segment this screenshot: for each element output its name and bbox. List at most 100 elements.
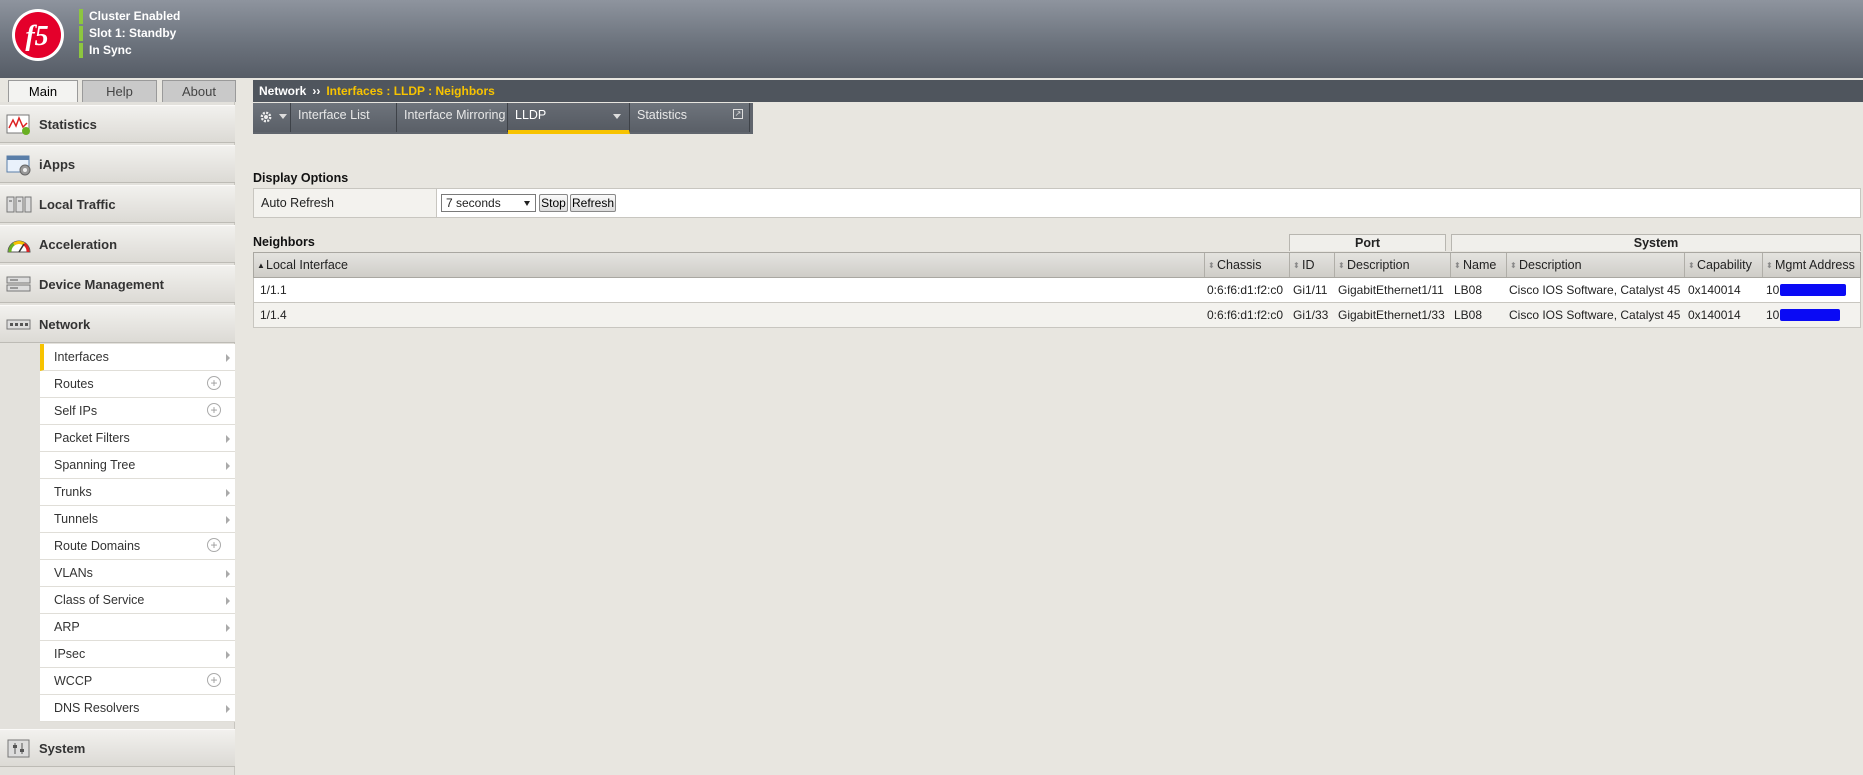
cell-mgmt-address: 10. (1762, 303, 1860, 327)
table-row[interactable]: 1/1.1 0:6:f6:d1:f2:c0 Gi1/11 GigabitEthe… (253, 278, 1861, 303)
subnav-route-domains[interactable]: Route Domains + (40, 533, 235, 560)
chevron-right-icon[interactable] (226, 570, 230, 578)
cell-local-interface: 1/1.4 (260, 308, 287, 322)
chevron-right-icon[interactable] (226, 435, 230, 443)
col-system-description[interactable]: ⬍ Description (1507, 253, 1685, 277)
plus-circle-icon[interactable]: + (207, 538, 221, 552)
popout-icon[interactable]: ↗ (733, 109, 743, 119)
tab-about[interactable]: About (162, 80, 236, 102)
chevron-right-icon[interactable] (226, 354, 230, 362)
sort-icon: ⬍ (1510, 260, 1517, 270)
chevron-down-icon (279, 114, 287, 119)
chevron-right-icon[interactable] (226, 462, 230, 470)
tab-interface-mirroring[interactable]: Interface Mirroring (397, 103, 508, 132)
sidebar-section-label: iApps (39, 157, 76, 172)
gear-menu-button[interactable] (253, 103, 291, 132)
sort-icon: ⬍ (1766, 260, 1773, 270)
sidebar-section-iapps[interactable]: iApps (0, 145, 235, 183)
stop-button[interactable]: Stop (539, 194, 568, 212)
cell-system-name: LB08 (1454, 283, 1483, 297)
group-port: Port (1289, 234, 1446, 251)
subnav-interfaces[interactable]: Interfaces (40, 344, 235, 371)
auto-refresh-select[interactable]: 7 seconds (441, 194, 536, 212)
local-traffic-icon (6, 196, 32, 213)
chevron-right-icon[interactable] (226, 624, 230, 632)
subnav-self-ips[interactable]: Self IPs + (40, 398, 235, 425)
tab-statistics[interactable]: Statistics ↗ (630, 103, 750, 132)
status-sync: In Sync (79, 42, 180, 59)
sidebar-section-label: System (39, 741, 86, 756)
subnav-class-of-service[interactable]: Class of Service (40, 587, 235, 614)
iapps-icon (6, 155, 31, 176)
status-slot: Slot 1: Standby (79, 25, 180, 42)
sidebar-section-statistics[interactable]: Statistics (0, 105, 235, 143)
chevron-down-icon (524, 201, 530, 206)
col-port-description[interactable]: ⬍ Description (1335, 253, 1451, 277)
breadcrumb-current: Interfaces : LLDP : Neighbors (326, 84, 495, 98)
tab-help[interactable]: Help (82, 80, 157, 102)
tab-main[interactable]: Main (8, 80, 78, 104)
redaction-mark (1780, 309, 1840, 321)
subnav-packet-filters[interactable]: Packet Filters (40, 425, 235, 452)
plus-circle-icon[interactable]: + (207, 403, 221, 417)
sidebar-section-local-traffic[interactable]: Local Traffic (0, 185, 235, 223)
chevron-right-icon[interactable] (226, 489, 230, 497)
chevron-right-icon[interactable] (226, 651, 230, 659)
table-row[interactable]: 1/1.4 0:6:f6:d1:f2:c0 Gi1/33 GigabitEthe… (253, 303, 1861, 328)
col-local-interface[interactable]: ▲Local Interface (254, 253, 1205, 277)
breadcrumb: Network ›› Interfaces : LLDP : Neighbors (253, 80, 1863, 102)
cell-capability: 0x140014 (1688, 308, 1741, 322)
subnav-tunnels[interactable]: Tunnels (40, 506, 235, 533)
cell-port-description: GigabitEthernet1/33 (1338, 308, 1445, 322)
display-options-title: Display Options (253, 171, 349, 185)
chevron-right-icon[interactable] (226, 705, 230, 713)
sidebar-section-device-management[interactable]: Device Management (0, 265, 235, 303)
col-port-id[interactable]: ⬍ ID (1290, 253, 1335, 277)
cell-system-description: Cisco IOS Software, Catalyst 45 (1509, 308, 1681, 322)
subnav-routes[interactable]: Routes + (40, 371, 235, 398)
f5-logo[interactable]: f5 (11, 8, 65, 62)
cell-local-interface: 1/1.1 (260, 283, 287, 297)
cell-system-name: LB08 (1454, 308, 1483, 322)
chevron-right-icon[interactable] (226, 516, 230, 524)
chevron-down-icon[interactable] (613, 114, 621, 119)
subnav-ipsec[interactable]: IPsec (40, 641, 235, 668)
subnav-vlans[interactable]: VLANs (40, 560, 235, 587)
status-cluster: Cluster Enabled (79, 8, 180, 25)
cell-chassis: 0:6:f6:d1:f2:c0 (1207, 283, 1284, 297)
chevron-right-icon[interactable] (226, 597, 230, 605)
cell-capability: 0x140014 (1688, 283, 1741, 297)
plus-circle-icon[interactable]: + (207, 376, 221, 390)
display-options-panel: Auto Refresh 7 seconds Stop Refresh (253, 188, 1861, 218)
tab-lldp[interactable]: LLDP (508, 103, 630, 134)
sidebar-section-label: Device Management (39, 277, 164, 292)
col-system-name[interactable]: ⬍ Name (1451, 253, 1507, 277)
acceleration-icon (7, 240, 31, 253)
plus-circle-icon[interactable]: + (207, 673, 221, 687)
auto-refresh-value: 7 seconds (446, 196, 501, 210)
sidebar-section-network[interactable]: Network (0, 305, 235, 343)
tab-interface-list[interactable]: Interface List (291, 103, 397, 132)
cell-port-description: GigabitEthernet1/11 (1338, 283, 1444, 297)
network-icon (6, 319, 31, 330)
sort-icon: ⬍ (1293, 260, 1300, 270)
subnav-trunks[interactable]: Trunks (40, 479, 235, 506)
subnav-spanning-tree[interactable]: Spanning Tree (40, 452, 235, 479)
refresh-button[interactable]: Refresh (570, 194, 616, 212)
col-chassis[interactable]: ⬍ Chassis (1205, 253, 1290, 277)
tab-statistics-label: Statistics (637, 108, 688, 122)
col-mgmt-address[interactable]: ⬍ Mgmt Address (1763, 253, 1860, 277)
subnav-wccp[interactable]: WCCP + (40, 668, 235, 695)
subnav-arp[interactable]: ARP (40, 614, 235, 641)
cell-port-id: Gi1/33 (1293, 308, 1329, 322)
sidebar-section-system[interactable]: System (0, 729, 235, 767)
cell-port-id: Gi1/11 (1293, 283, 1328, 297)
tab-lldp-label: LLDP (515, 108, 547, 122)
breadcrumb-root[interactable]: Network (259, 84, 306, 98)
sort-icon: ⬍ (1688, 260, 1695, 270)
sidebar-section-acceleration[interactable]: Acceleration (0, 225, 235, 263)
subnav-dns-resolvers[interactable]: DNS Resolvers (40, 695, 235, 722)
cell-chassis: 0:6:f6:d1:f2:c0 (1207, 308, 1284, 322)
col-capability[interactable]: ⬍ Capability (1685, 253, 1763, 277)
sort-icon: ⬍ (1208, 260, 1215, 270)
